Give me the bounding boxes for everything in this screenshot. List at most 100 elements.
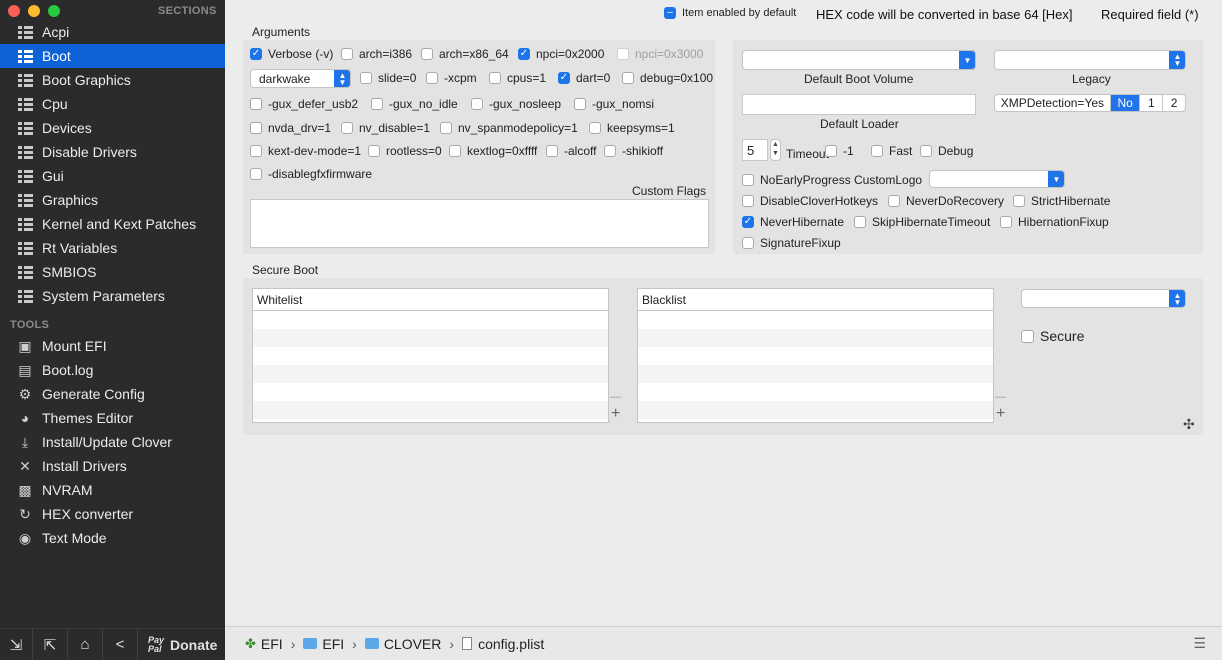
checkbox-neverdorecovery[interactable]: NeverDoRecovery [888, 194, 1004, 208]
share-button[interactable]: < [103, 628, 138, 660]
sidebar-item-disable-drivers[interactable]: Disable Drivers [0, 140, 225, 164]
checkbox-neverhibernate[interactable]: ✓ NeverHibernate [742, 215, 844, 229]
table-row[interactable] [253, 365, 608, 383]
path-item-efi-folder[interactable]: EFI [303, 636, 344, 652]
timeout-field[interactable]: 5 [742, 139, 768, 161]
blacklist-table[interactable]: Blacklist [637, 288, 994, 423]
checkbox-gux-nomsi[interactable]: -gux_nomsi [574, 97, 654, 111]
sidebar-item-acpi[interactable]: Acpi [0, 20, 225, 44]
sidebar-item-devices[interactable]: Devices [0, 116, 225, 140]
custom-logo-popup[interactable]: ▼ [929, 170, 1065, 188]
sidebar-item-gui[interactable]: Gui [0, 164, 225, 188]
checkbox-hibernationfixup[interactable]: HibernationFixup [1000, 215, 1109, 229]
whitelist-remove-button[interactable]: — [610, 391, 621, 403]
checkbox-keepsyms-1[interactable]: keepsyms=1 [589, 121, 675, 135]
path-item-efi-volume[interactable]: ✤ EFI [245, 636, 283, 652]
close-window-button[interactable] [8, 5, 20, 17]
legacy-popup[interactable]: ▲ ▼ [994, 50, 1186, 70]
tool-item-themes-editor[interactable]: ◕ Themes Editor [0, 406, 225, 430]
whitelist-table[interactable]: Whitelist [252, 288, 609, 423]
home-button[interactable]: ⌂ [68, 628, 103, 660]
xmp-option-no[interactable]: No [1109, 95, 1140, 111]
xmp-option-2[interactable]: 2 [1162, 95, 1185, 111]
list-menu-icon[interactable]: ☰ [1193, 635, 1206, 652]
blacklist-add-button[interactable]: + [996, 406, 1005, 422]
checkbox-slide-0[interactable]: slide=0 [360, 71, 416, 85]
export-button[interactable]: ⇱ [33, 628, 68, 660]
custom-flags-field[interactable] [250, 199, 709, 248]
sidebar-item-smbios[interactable]: SMBIOS [0, 260, 225, 284]
sidebar-item-graphics[interactable]: Graphics [0, 188, 225, 212]
minimize-window-button[interactable] [28, 5, 40, 17]
table-row[interactable] [638, 329, 993, 347]
table-row[interactable] [638, 401, 993, 419]
resize-handle-icon[interactable]: ✣ [1183, 416, 1195, 433]
checkbox-verbose-v[interactable]: ✓ Verbose (-v) [250, 47, 333, 61]
checkbox-nv-spanmodepolicy-1[interactable]: nv_spanmodepolicy=1 [440, 121, 578, 135]
sidebar-item-rt-variables[interactable]: Rt Variables [0, 236, 225, 260]
checkbox-debug[interactable]: Debug [920, 144, 973, 158]
tool-item-nvram[interactable]: ▩ NVRAM [0, 478, 225, 502]
default-loader-field[interactable] [742, 94, 976, 115]
checkbox-xcpm[interactable]: -xcpm [426, 71, 477, 85]
import-button[interactable]: ⇲ [0, 628, 33, 660]
blacklist-remove-button[interactable]: — [995, 391, 1006, 403]
sidebar-item-system-parameters[interactable]: System Parameters [0, 284, 225, 308]
checkbox-disablecloverhotkeys[interactable]: DisableCloverHotkeys [742, 194, 878, 208]
checkbox-kextlog-0xffff[interactable]: kextlog=0xffff [449, 144, 537, 158]
whitelist-add-button[interactable]: + [611, 406, 620, 422]
sidebar-item-cpu[interactable]: Cpu [0, 92, 225, 116]
table-row[interactable] [638, 365, 993, 383]
checkbox-arch-i386[interactable]: arch=i386 [341, 47, 412, 61]
path-item-config-plist[interactable]: config.plist [462, 636, 544, 652]
default-boot-volume-popup[interactable]: ▼ [742, 50, 976, 70]
checkbox-rootless-0[interactable]: rootless=0 [368, 144, 442, 158]
darkwake-popup[interactable]: darkwake ▲ ▼ [250, 69, 351, 88]
checkbox-kext-dev-mode-1[interactable]: kext-dev-mode=1 [250, 144, 361, 158]
tool-item-install-update-clover[interactable]: ⤓ Install/Update Clover [0, 430, 225, 454]
table-row[interactable] [253, 401, 608, 419]
timeout-stepper[interactable]: ▲ ▼ [770, 139, 781, 161]
table-row[interactable] [253, 347, 608, 365]
checkbox-signaturefixup[interactable]: SignatureFixup [742, 236, 841, 250]
secure-boot-policy-popup[interactable]: ▲ ▼ [1021, 289, 1186, 308]
checkbox-npci-0x2000[interactable]: ✓ npci=0x2000 [518, 47, 604, 61]
checkbox-disablegfxfirmware[interactable]: -disablegfxfirmware [250, 167, 372, 181]
tool-item-text-mode[interactable]: ◉ Text Mode [0, 526, 225, 550]
checkbox-nv-disable-1[interactable]: nv_disable=1 [341, 121, 430, 135]
checkbox-1[interactable]: -1 [825, 144, 854, 158]
checkbox-gux-no-idle[interactable]: -gux_no_idle [371, 97, 458, 111]
checkbox-gux-defer-usb2[interactable]: -gux_defer_usb2 [250, 97, 358, 111]
checkbox-fast[interactable]: Fast [871, 144, 912, 158]
tool-item-generate-config[interactable]: ⚙ Generate Config [0, 382, 225, 406]
table-row[interactable] [253, 329, 608, 347]
checkbox-debug-0x100[interactable]: debug=0x100 [622, 71, 713, 85]
tool-item-install-drivers[interactable]: ✕ Install Drivers [0, 454, 225, 478]
checkbox-nvda-drv-1[interactable]: nvda_drv=1 [250, 121, 331, 135]
donate-button[interactable]: Pay Pal Donate [138, 629, 225, 660]
table-row[interactable] [638, 311, 993, 329]
checkbox-dart-0[interactable]: ✓ dart=0 [558, 71, 610, 85]
checkbox-stricthibernate[interactable]: StrictHibernate [1013, 194, 1110, 208]
table-row[interactable] [253, 311, 608, 329]
zoom-window-button[interactable] [48, 5, 60, 17]
sidebar-item-kernel-and-kext-patches[interactable]: Kernel and Kext Patches [0, 212, 225, 236]
tool-item-hex-converter[interactable]: ↻ HEX converter [0, 502, 225, 526]
tool-item-mount-efi[interactable]: ▣ Mount EFI [0, 334, 225, 358]
checkbox-cpus-1[interactable]: cpus=1 [489, 71, 546, 85]
checkbox-gux-nosleep[interactable]: -gux_nosleep [471, 97, 561, 111]
tool-item-boot-log[interactable]: ▤ Boot.log [0, 358, 225, 382]
checkbox-shikioff[interactable]: -shikioff [604, 144, 663, 158]
checkbox-skiphibernatetimeout[interactable]: SkipHibernateTimeout [854, 215, 990, 229]
path-item-clover-folder[interactable]: CLOVER [364, 636, 441, 652]
xmp-option-1[interactable]: 1 [1139, 95, 1162, 111]
checkbox-arch-x86-64[interactable]: arch=x86_64 [421, 47, 509, 61]
sidebar-item-boot-graphics[interactable]: Boot Graphics [0, 68, 225, 92]
checkbox-alcoff[interactable]: -alcoff [546, 144, 596, 158]
secure-checkbox[interactable]: Secure [1021, 328, 1084, 344]
table-row[interactable] [638, 383, 993, 401]
checkbox-noearlyprogress[interactable]: NoEarlyProgress [742, 173, 851, 187]
table-row[interactable] [253, 383, 608, 401]
checkbox-npci-0x3000[interactable]: npci=0x3000 [617, 47, 703, 61]
sidebar-item-boot[interactable]: Boot [0, 44, 225, 68]
